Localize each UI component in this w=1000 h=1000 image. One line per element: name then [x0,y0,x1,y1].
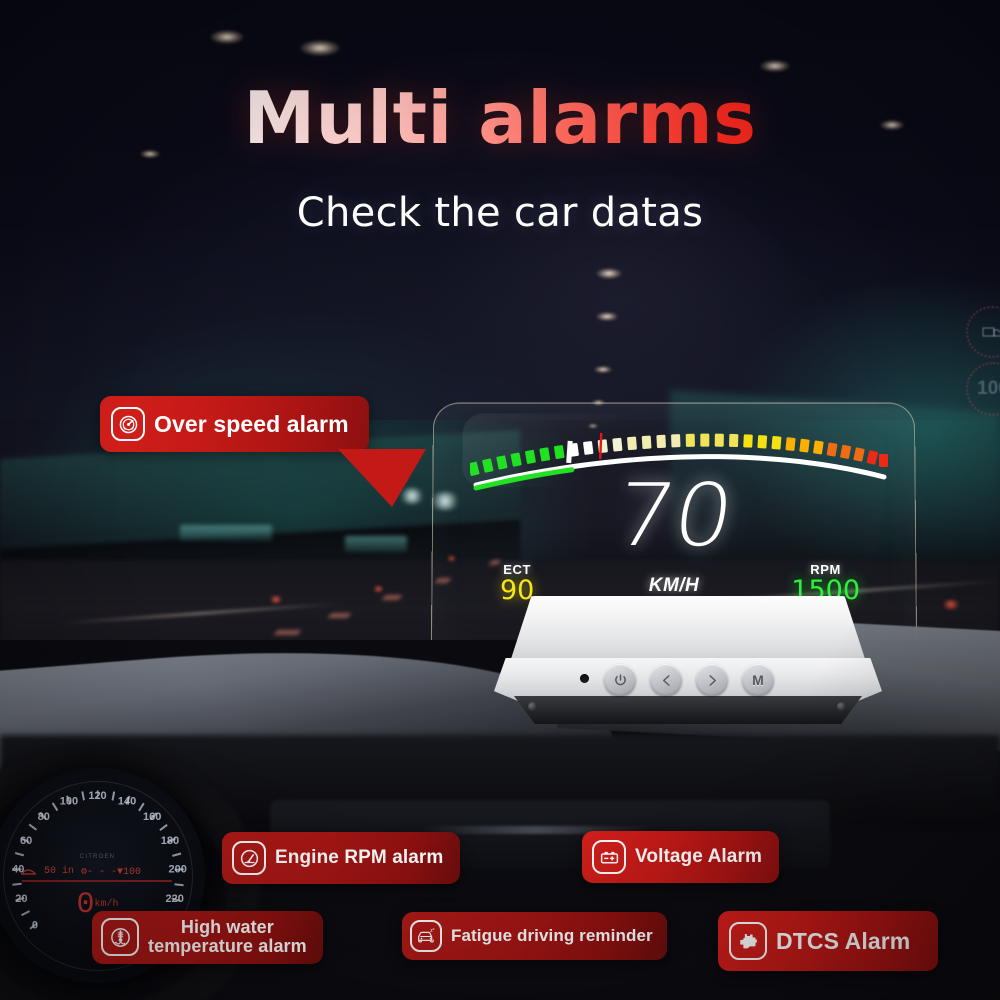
gauge-segment [771,436,782,450]
mode-button-label: M [752,672,764,688]
badge-high-water-temperature-alarm[interactable]: High water temperature alarm [92,911,323,964]
tail-light [372,586,385,592]
cluster-tick [96,789,99,876]
check-engine-icon [729,922,767,960]
tail-light [940,600,962,609]
tail-light [268,596,284,603]
badge-over-speed-alarm-label: Over speed alarm [154,410,349,437]
device-top-shell [510,596,866,662]
road-marker [381,595,402,600]
device-screw [837,702,846,711]
speedometer-icon [111,407,145,441]
gauge-segment [671,434,681,448]
gauge-segment [539,447,551,462]
gauge-segment [510,452,522,467]
device-base [514,696,862,724]
gauge-segment [757,435,768,449]
gauge-redline-marker [599,432,603,459]
tunnel-sign [345,536,407,552]
gauge-segment [685,433,695,447]
gauge-segment [525,449,536,464]
badge-voltage-alarm[interactable]: Voltage Alarm [582,831,779,883]
tunnel-light [594,366,612,373]
badge-dtcs-alarm[interactable]: DTCS Alarm [718,911,939,971]
device-screw [528,702,537,711]
gauge-segment [553,445,565,459]
gauge-segment [799,438,810,453]
tunnel-light [210,30,244,44]
badge-high-water-temperature-alarm-label: High water temperature alarm [148,917,307,957]
power-icon [614,673,626,685]
gauge-segment [785,437,796,451]
tunnel-light [760,60,790,72]
battery-icon [592,840,626,874]
gauge-segment [826,442,838,457]
cluster-trip-text: 50 in [44,866,75,877]
badge-over-speed-alarm[interactable]: Over speed alarm [100,396,369,452]
gauge-segment [729,433,739,448]
hud-speed-value: 70 [608,466,741,566]
gauge-segment [840,444,852,459]
road-marker [273,630,302,635]
cluster-indicator-row: 50 in ⚙- - -▼100 [20,864,175,879]
device-power-button[interactable] [604,664,636,696]
device-right-button[interactable] [696,664,728,696]
hud-unit-block: KM/H [649,575,700,597]
product-marketing-image: 100 Multi alarms Check the car datas 70 … [0,0,1000,1000]
cluster-brand: CITROEN [79,854,116,860]
tachometer-icon [232,841,266,875]
tunnel-light [596,268,622,279]
chevron-left-icon [662,674,670,686]
gauge-segment [597,439,608,454]
gauge-segment [813,440,824,455]
page-subtitle: Check the car datas [296,190,704,236]
svg-text:z: z [433,927,435,931]
gauge-segment [641,435,652,449]
gauge-segment [866,450,878,465]
device-mode-button[interactable]: M [742,664,774,696]
page-title: Multi alarms [0,82,1000,154]
badge-speech-tail [338,449,426,507]
gauge-segment [656,434,666,449]
badge-fatigue-driving-reminder[interactable]: z z Fatigue driving reminder [402,912,667,960]
coolant-temp-icon [101,918,139,957]
tunnel-light [300,40,340,56]
gauge-segment [482,458,494,473]
device-sensor-led [580,674,589,683]
device-left-button[interactable] [650,664,682,696]
badge-engine-rpm-alarm-label: Engine RPM alarm [275,846,444,868]
hud-device-body: M [492,596,884,730]
gauge-divider [566,440,573,464]
hud-speed-readout: 70 [432,466,916,566]
gauge-segment [612,437,623,452]
badge-voltage-alarm-label: Voltage Alarm [635,845,762,867]
badge-fatigue-driving-reminder-label: Fatigue driving reminder [451,925,653,945]
gauge-segment [853,447,865,462]
chevron-right-icon [708,674,716,686]
cluster-divider [22,880,172,882]
badge-dtcs-alarm-label: DTCS Alarm [776,927,911,954]
gauge-segment [879,454,888,467]
gauge-segment [583,441,594,455]
tunnel-light [596,312,618,321]
gauge-segment [496,455,508,470]
badge-engine-rpm-alarm[interactable]: Engine RPM alarm [222,832,461,884]
tunnel-sign [180,525,272,541]
gauge-segment [743,434,753,448]
sleepy-car-icon: z z [410,920,442,952]
road-marker [327,612,352,618]
gauge-segment [700,433,710,447]
hud-speed-unit: KM/H [648,575,700,596]
gauge-segment [470,461,480,476]
gauge-segment [627,436,637,451]
gauge-segment [714,433,724,447]
